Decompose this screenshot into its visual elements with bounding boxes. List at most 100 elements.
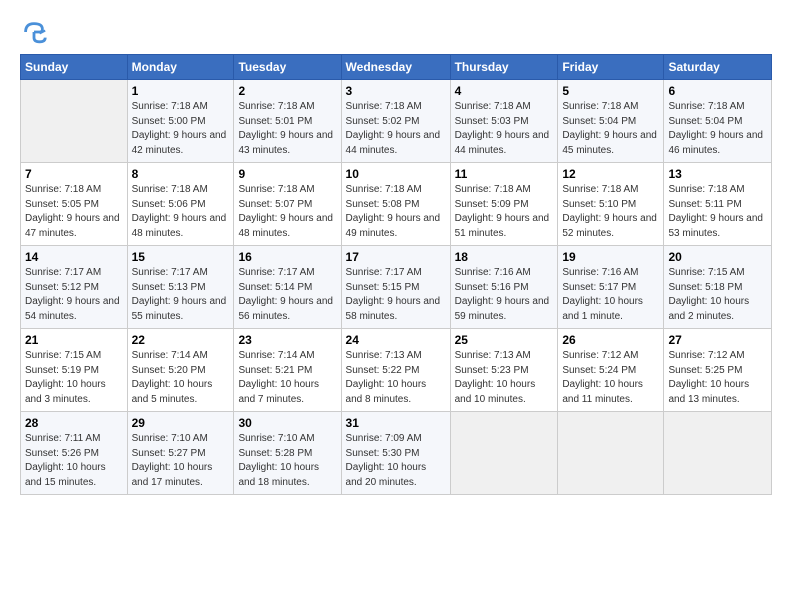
day-info: Sunrise: 7:18 AMSunset: 5:01 PMDaylight:… [238, 100, 336, 158]
day-number: 1 [132, 84, 230, 98]
day-number: 27 [668, 333, 767, 347]
day-number: 10 [346, 167, 446, 181]
day-number: 8 [132, 167, 230, 181]
calendar-table: SundayMondayTuesdayWednesdayThursdayFrid… [20, 54, 772, 495]
calendar-body: 1 Sunrise: 7:18 AMSunset: 5:00 PMDaylight… [21, 80, 772, 495]
page: SundayMondayTuesdayWednesdayThursdayFrid… [0, 0, 792, 505]
weekday-header-sunday: Sunday [21, 55, 128, 80]
day-number: 24 [346, 333, 446, 347]
day-info: Sunrise: 7:17 AMSunset: 5:15 PMDaylight:… [346, 266, 446, 324]
calendar-cell: 11 Sunrise: 7:18 AMSunset: 5:09 PMDayligh… [450, 163, 558, 246]
weekday-header-row: SundayMondayTuesdayWednesdayThursdayFrid… [21, 55, 772, 80]
day-number: 16 [238, 250, 336, 264]
day-info: Sunrise: 7:11 AMSunset: 5:26 PMDaylight:… [25, 432, 123, 490]
day-number: 6 [668, 84, 767, 98]
day-info: Sunrise: 7:18 AMSunset: 5:09 PMDaylight:… [455, 183, 554, 241]
calendar-cell: 21 Sunrise: 7:15 AMSunset: 5:19 PMDayligh… [21, 329, 128, 412]
calendar-week-3: 21 Sunrise: 7:15 AMSunset: 5:19 PMDayligh… [21, 329, 772, 412]
weekday-header-thursday: Thursday [450, 55, 558, 80]
calendar-cell: 13Sunrise: 7:18 AMSunset: 5:11 PMDayligh… [664, 163, 772, 246]
weekday-header-friday: Friday [558, 55, 664, 80]
day-number: 19 [562, 250, 659, 264]
header-area [20, 18, 772, 46]
calendar-cell: 16 Sunrise: 7:17 AMSunset: 5:14 PMDayligh… [234, 246, 341, 329]
calendar-cell: 22Sunrise: 7:14 AMSunset: 5:20 PMDayligh… [127, 329, 234, 412]
day-info: Sunrise: 7:18 AMSunset: 5:00 PMDaylight:… [132, 100, 230, 158]
calendar-cell: 27 Sunrise: 7:12 AMSunset: 5:25 PMDayligh… [664, 329, 772, 412]
day-number: 14 [25, 250, 123, 264]
calendar-cell: 24Sunrise: 7:13 AMSunset: 5:22 PMDayligh… [341, 329, 450, 412]
day-info: Sunrise: 7:12 AMSunset: 5:25 PMDaylight:… [668, 349, 767, 407]
calendar-cell: 9 Sunrise: 7:18 AMSunset: 5:07 PMDaylight… [234, 163, 341, 246]
calendar-cell: 7 Sunrise: 7:18 AMSunset: 5:05 PMDaylight… [21, 163, 128, 246]
day-number: 28 [25, 416, 123, 430]
day-info: Sunrise: 7:16 AMSunset: 5:17 PMDaylight:… [562, 266, 659, 324]
day-number: 12 [562, 167, 659, 181]
calendar-cell: 5 Sunrise: 7:18 AMSunset: 5:04 PMDaylight… [558, 80, 664, 163]
calendar-cell: 12 Sunrise: 7:18 AMSunset: 5:10 PMDayligh… [558, 163, 664, 246]
day-info: Sunrise: 7:18 AMSunset: 5:02 PMDaylight:… [346, 100, 446, 158]
day-number: 18 [455, 250, 554, 264]
day-info: Sunrise: 7:18 AMSunset: 5:10 PMDaylight:… [562, 183, 659, 241]
calendar-week-2: 14 Sunrise: 7:17 AMSunset: 5:12 PMDayligh… [21, 246, 772, 329]
calendar-cell: 1 Sunrise: 7:18 AMSunset: 5:00 PMDaylight… [127, 80, 234, 163]
day-info: Sunrise: 7:18 AMSunset: 5:04 PMDaylight:… [668, 100, 767, 158]
day-info: Sunrise: 7:12 AMSunset: 5:24 PMDaylight:… [562, 349, 659, 407]
calendar-cell: 23 Sunrise: 7:14 AMSunset: 5:21 PMDayligh… [234, 329, 341, 412]
calendar-cell [664, 412, 772, 495]
calendar-cell: 17Sunrise: 7:17 AMSunset: 5:15 PMDayligh… [341, 246, 450, 329]
day-number: 2 [238, 84, 336, 98]
calendar-cell: 14 Sunrise: 7:17 AMSunset: 5:12 PMDayligh… [21, 246, 128, 329]
day-info: Sunrise: 7:18 AMSunset: 5:03 PMDaylight:… [455, 100, 554, 158]
day-info: Sunrise: 7:17 AMSunset: 5:13 PMDaylight:… [132, 266, 230, 324]
calendar-cell [558, 412, 664, 495]
day-info: Sunrise: 7:18 AMSunset: 5:11 PMDaylight:… [668, 183, 767, 241]
day-info: Sunrise: 7:17 AMSunset: 5:12 PMDaylight:… [25, 266, 123, 324]
calendar-cell: 2 Sunrise: 7:18 AMSunset: 5:01 PMDaylight… [234, 80, 341, 163]
day-number: 26 [562, 333, 659, 347]
calendar-week-1: 7 Sunrise: 7:18 AMSunset: 5:05 PMDaylight… [21, 163, 772, 246]
day-info: Sunrise: 7:18 AMSunset: 5:05 PMDaylight:… [25, 183, 123, 241]
weekday-header-monday: Monday [127, 55, 234, 80]
calendar-cell: 31Sunrise: 7:09 AMSunset: 5:30 PMDayligh… [341, 412, 450, 495]
calendar-week-0: 1 Sunrise: 7:18 AMSunset: 5:00 PMDaylight… [21, 80, 772, 163]
day-info: Sunrise: 7:15 AMSunset: 5:19 PMDaylight:… [25, 349, 123, 407]
day-number: 23 [238, 333, 336, 347]
day-number: 11 [455, 167, 554, 181]
calendar-cell: 10 Sunrise: 7:18 AMSunset: 5:08 PMDayligh… [341, 163, 450, 246]
day-info: Sunrise: 7:14 AMSunset: 5:20 PMDaylight:… [132, 349, 230, 407]
calendar-cell [450, 412, 558, 495]
day-number: 25 [455, 333, 554, 347]
calendar-cell: 25Sunrise: 7:13 AMSunset: 5:23 PMDayligh… [450, 329, 558, 412]
calendar-cell: 26 Sunrise: 7:12 AMSunset: 5:24 PMDayligh… [558, 329, 664, 412]
calendar-cell: 6 Sunrise: 7:18 AMSunset: 5:04 PMDaylight… [664, 80, 772, 163]
calendar-cell: 4 Sunrise: 7:18 AMSunset: 5:03 PMDaylight… [450, 80, 558, 163]
day-number: 4 [455, 84, 554, 98]
day-number: 20 [668, 250, 767, 264]
day-info: Sunrise: 7:16 AMSunset: 5:16 PMDaylight:… [455, 266, 554, 324]
day-info: Sunrise: 7:18 AMSunset: 5:06 PMDaylight:… [132, 183, 230, 241]
day-info: Sunrise: 7:18 AMSunset: 5:07 PMDaylight:… [238, 183, 336, 241]
day-number: 9 [238, 167, 336, 181]
day-info: Sunrise: 7:09 AMSunset: 5:30 PMDaylight:… [346, 432, 446, 490]
day-info: Sunrise: 7:10 AMSunset: 5:28 PMDaylight:… [238, 432, 336, 490]
calendar-cell: 18 Sunrise: 7:16 AMSunset: 5:16 PMDayligh… [450, 246, 558, 329]
day-number: 21 [25, 333, 123, 347]
day-number: 7 [25, 167, 123, 181]
day-info: Sunrise: 7:18 AMSunset: 5:08 PMDaylight:… [346, 183, 446, 241]
day-info: Sunrise: 7:15 AMSunset: 5:18 PMDaylight:… [668, 266, 767, 324]
calendar-cell: 8 Sunrise: 7:18 AMSunset: 5:06 PMDaylight… [127, 163, 234, 246]
calendar-cell: 20 Sunrise: 7:15 AMSunset: 5:18 PMDayligh… [664, 246, 772, 329]
day-number: 3 [346, 84, 446, 98]
day-info: Sunrise: 7:17 AMSunset: 5:14 PMDaylight:… [238, 266, 336, 324]
day-info: Sunrise: 7:14 AMSunset: 5:21 PMDaylight:… [238, 349, 336, 407]
logo-icon [20, 18, 48, 46]
weekday-header-wednesday: Wednesday [341, 55, 450, 80]
calendar-cell: 15Sunrise: 7:17 AMSunset: 5:13 PMDayligh… [127, 246, 234, 329]
calendar-week-4: 28 Sunrise: 7:11 AMSunset: 5:26 PMDayligh… [21, 412, 772, 495]
day-number: 5 [562, 84, 659, 98]
calendar-cell: 19 Sunrise: 7:16 AMSunset: 5:17 PMDayligh… [558, 246, 664, 329]
day-info: Sunrise: 7:18 AMSunset: 5:04 PMDaylight:… [562, 100, 659, 158]
calendar-header: SundayMondayTuesdayWednesdayThursdayFrid… [21, 55, 772, 80]
calendar-cell: 28 Sunrise: 7:11 AMSunset: 5:26 PMDayligh… [21, 412, 128, 495]
